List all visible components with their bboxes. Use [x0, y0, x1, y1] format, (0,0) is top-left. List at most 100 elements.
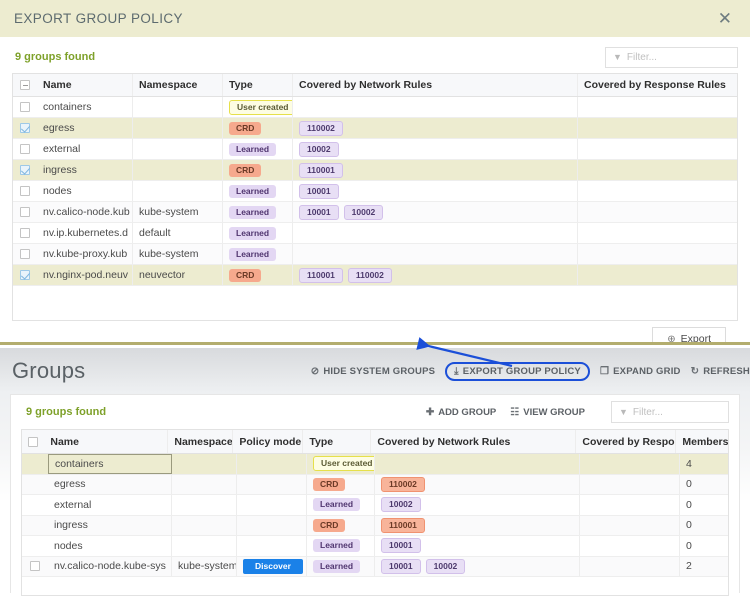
row-checkbox[interactable]	[13, 139, 37, 159]
cell-name: external	[48, 495, 172, 515]
plus-box-icon: ⊕	[667, 333, 676, 345]
cell-type: CRD	[223, 160, 293, 180]
table-row: egress CRD 110002	[13, 118, 737, 139]
network-rule-badge: 110002	[381, 476, 425, 492]
cell-response-rules	[580, 454, 680, 474]
screenshot-root: EXPORT GROUP POLICY ✕ 9 groups found ▼ F…	[0, 0, 750, 597]
groups-panel-toolbar: 9 groups found ✚ ADD GROUP ☷ VIEW GROUP …	[11, 395, 739, 429]
groups-table-empty-space	[22, 577, 728, 595]
modal-table-empty-space	[13, 286, 737, 320]
cell-namespace: kube-system	[172, 556, 237, 576]
cell-response-rules	[580, 474, 680, 494]
cell-response-rules	[580, 536, 680, 556]
row-checkbox[interactable]	[13, 160, 37, 180]
action-label: REFRESH	[703, 365, 750, 377]
type-badge: Learned	[313, 539, 361, 553]
type-badge: Learned	[313, 559, 361, 573]
row-checkbox[interactable]	[22, 516, 48, 536]
export-button[interactable]: ⊕ Export	[652, 327, 726, 345]
row-checkbox[interactable]	[22, 475, 48, 495]
row-checkbox[interactable]	[13, 97, 37, 117]
row-checkbox[interactable]	[13, 265, 37, 285]
groups-select-all-checkbox[interactable]	[22, 430, 44, 453]
cell-name: external	[37, 139, 133, 159]
action-export-group-policy[interactable]: ⤓ EXPORT GROUP POLICY	[445, 361, 590, 381]
type-badge: Learned	[229, 226, 277, 240]
network-rule-badge: 110002	[299, 120, 343, 136]
cell-type: Learned	[223, 202, 293, 222]
modal-col-type: Type	[223, 74, 293, 96]
modal-table-header: Name Namespace Type Covered by Network R…	[13, 74, 737, 97]
cell-name: nodes	[48, 536, 172, 556]
cell-namespace	[133, 118, 223, 138]
cell-policy-mode	[237, 474, 307, 494]
modal-groups-table: Name Namespace Type Covered by Network R…	[12, 73, 738, 321]
cell-namespace: default	[133, 223, 223, 243]
modal-title: EXPORT GROUP POLICY	[14, 11, 183, 26]
network-rule-badge: 110001	[381, 517, 425, 533]
plus-icon: ✚	[425, 406, 435, 418]
cell-members: 0	[686, 478, 692, 491]
row-checkbox[interactable]	[13, 181, 37, 201]
row-checkbox[interactable]	[22, 495, 48, 515]
network-rule-badge: 10001	[381, 538, 421, 554]
type-badge: CRD	[313, 477, 346, 491]
groups-table: Name Namespace Policy mode Type Covered …	[21, 429, 729, 596]
row-checkbox[interactable]	[13, 118, 37, 138]
cell-namespace	[133, 160, 223, 180]
filter-icon: ▼	[619, 407, 628, 417]
modal-filter-input[interactable]: ▼ Filter...	[605, 46, 738, 68]
cell-network-rules: 10002	[375, 495, 580, 515]
modal-groups-found-label: 9 groups found	[15, 51, 96, 63]
page-filter-input[interactable]: ▼ Filter...	[611, 401, 729, 423]
row-checkbox[interactable]	[22, 454, 48, 474]
groups-table-body: containers User created 4 egress CRD 110002 0 e…	[22, 454, 728, 577]
network-rule-badge: 110001	[299, 267, 343, 283]
cell-network-rules: 110001 110002	[293, 265, 578, 285]
cell-network-rules: 110001	[375, 515, 580, 535]
table-row: nv.nginx-pod.neuv neuvector CRD 110001 11000…	[13, 265, 737, 286]
modal-footer: ⊕ Export	[12, 321, 738, 345]
cell-members: 0	[686, 539, 692, 552]
table-row: egress CRD 110002 0	[22, 474, 728, 495]
cell-namespace: kube-system	[133, 244, 223, 264]
action-label: HIDE SYSTEM GROUPS	[323, 365, 436, 377]
action-refresh[interactable]: ↻ REFRESH	[691, 366, 750, 377]
row-checkbox[interactable]	[13, 202, 37, 222]
modal-select-all-checkbox[interactable]	[13, 74, 37, 96]
cell-network-rules	[293, 223, 578, 243]
cell-name: nv.kube-proxy.kub	[37, 244, 133, 264]
action-label: EXPORT GROUP POLICY	[462, 365, 581, 377]
action-expand-grid[interactable]: ❐ EXPAND GRID	[600, 366, 681, 377]
network-rule-badge: 110001	[299, 162, 343, 178]
cell-name: ingress	[37, 160, 133, 180]
checkbox-icon	[20, 270, 30, 280]
type-badge: Learned	[229, 142, 277, 156]
row-checkbox[interactable]	[22, 536, 48, 556]
action-hide-system-groups[interactable]: ⊘ HIDE SYSTEM GROUPS	[311, 366, 435, 377]
row-checkbox[interactable]	[13, 244, 37, 264]
page-groups-found-label: 9 groups found	[26, 406, 107, 418]
network-rule-badge: 10002	[299, 141, 339, 157]
expand-icon: ❐	[599, 365, 610, 377]
table-row: nv.calico-node.kube-sys kube-system Discov…	[22, 556, 728, 577]
type-badge: CRD	[229, 163, 262, 177]
checkbox-icon	[20, 123, 30, 133]
groups-panel-actions: ✚ ADD GROUP ☷ VIEW GROUP ▼ Filter...	[426, 401, 729, 423]
cell-members: 2	[686, 560, 692, 573]
row-checkbox[interactable]	[22, 557, 48, 577]
view-group-button[interactable]: ☷ VIEW GROUP	[510, 407, 585, 418]
add-group-button[interactable]: ✚ ADD GROUP	[426, 407, 496, 418]
add-group-label: ADD GROUP	[438, 406, 497, 418]
close-icon[interactable]: ✕	[716, 10, 734, 27]
row-checkbox[interactable]	[13, 223, 37, 243]
export-group-policy-modal: EXPORT GROUP POLICY ✕ 9 groups found ▼ F…	[0, 0, 750, 345]
network-rule-badge: 10002	[343, 204, 384, 220]
cell-type: Learned	[223, 181, 293, 201]
table-row: ingress CRD 110001	[13, 160, 737, 181]
cell-network-rules: 10001 10002	[293, 202, 578, 222]
table-row: external Learned 10002 0	[22, 495, 728, 516]
cell-namespace	[172, 536, 237, 556]
grid-view-icon: ☷	[510, 406, 520, 418]
cell-response-rules	[578, 139, 737, 159]
